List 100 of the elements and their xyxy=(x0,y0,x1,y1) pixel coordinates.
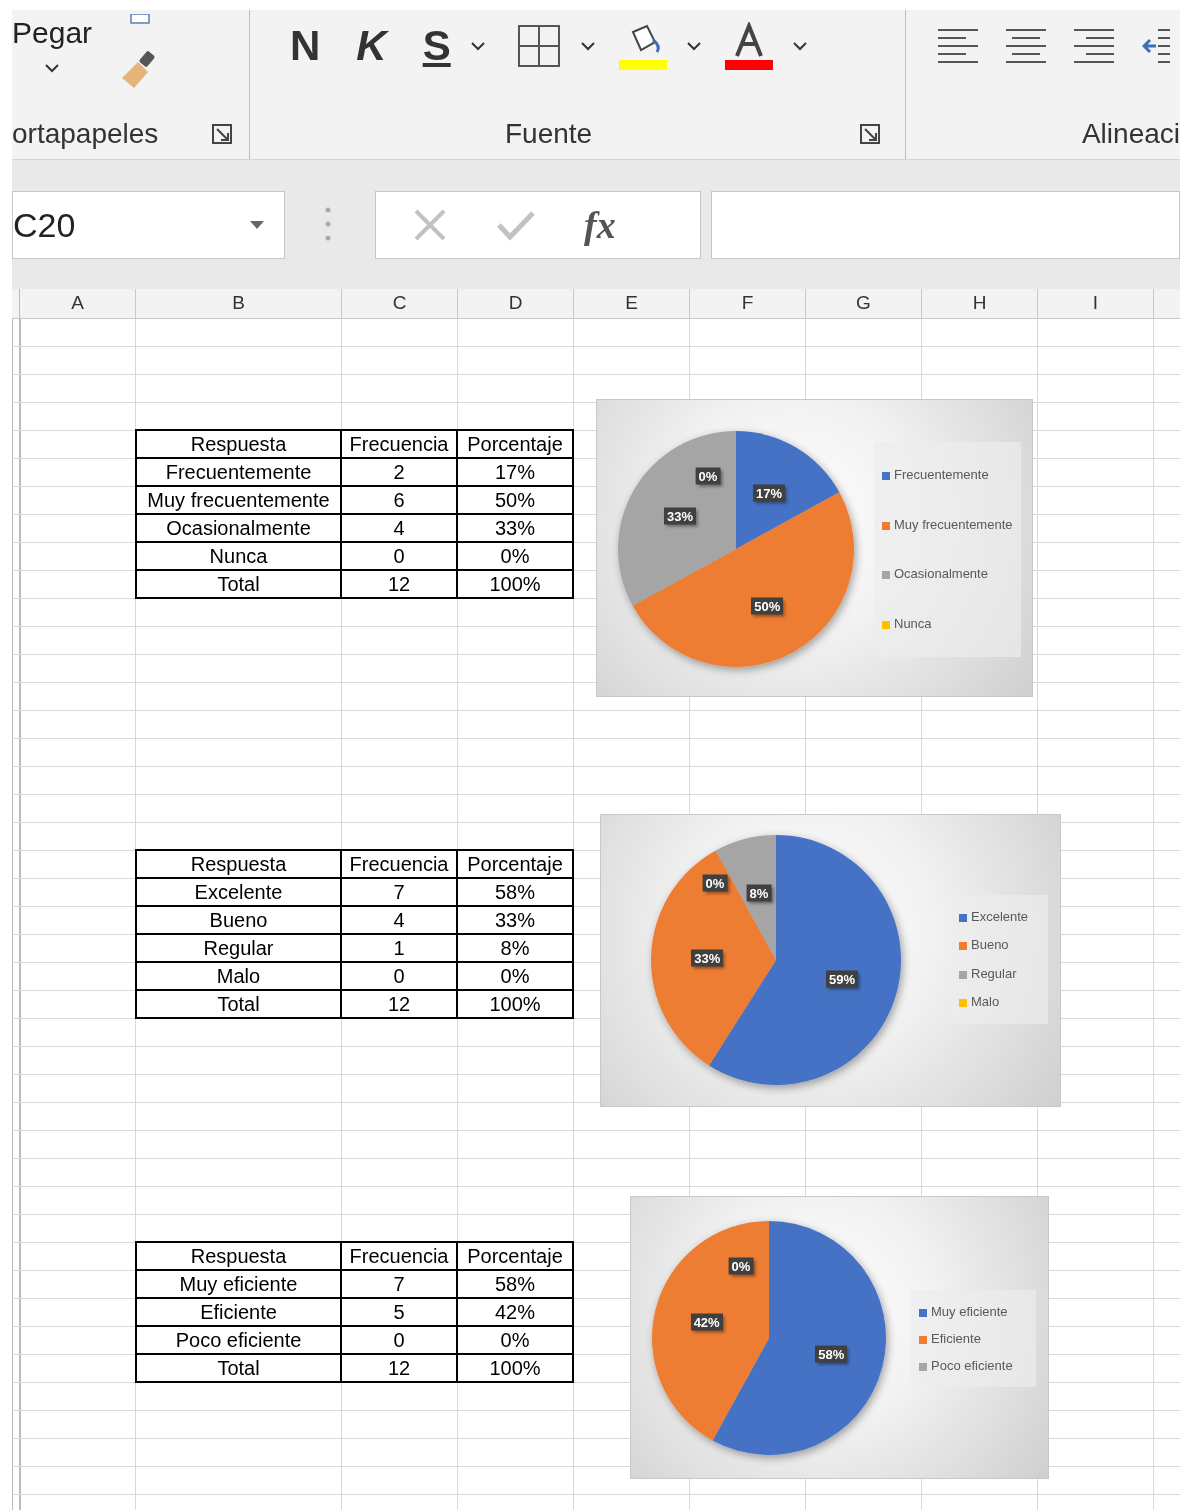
data-label: 17% xyxy=(753,484,786,502)
font-style-button[interactable]: S xyxy=(422,25,451,67)
data-label: 50% xyxy=(751,597,784,615)
group-label: Alineaci xyxy=(1081,117,1180,151)
table-header-cell: Frecuencia xyxy=(342,849,458,879)
table-cell: Bueno xyxy=(135,907,342,935)
grip-icon xyxy=(325,207,331,241)
table-cell: 42% xyxy=(458,1299,574,1327)
table-cell: Poco eficiente xyxy=(135,1327,342,1355)
data-label: 42% xyxy=(690,1313,723,1331)
table-cell: 33% xyxy=(458,907,574,935)
font-color-icon[interactable] xyxy=(724,22,773,70)
data-label: 0% xyxy=(695,467,721,485)
table-cell: 5 xyxy=(342,1299,458,1327)
column-header[interactable]: B xyxy=(136,289,342,318)
column-header[interactable]: A xyxy=(20,289,136,318)
data-label: 0% xyxy=(728,1257,754,1275)
table-cell: Total xyxy=(135,991,342,1019)
dropdown-arrow-icon xyxy=(250,221,264,229)
table-cell: 58% xyxy=(458,879,574,907)
column-header[interactable]: C xyxy=(342,289,458,318)
table-cell: Nunca xyxy=(135,543,342,571)
table-header-cell: Porcentaje xyxy=(458,849,574,879)
legend-label: Malo xyxy=(971,993,1000,1010)
table-cell: Ocasionalmente xyxy=(135,515,342,543)
table-header-cell: Respuesta xyxy=(135,429,342,459)
table-cell: 8% xyxy=(458,935,574,963)
data-label: 33% xyxy=(691,949,724,967)
table-cell: Muy frecuentemente xyxy=(135,487,342,515)
table-cell: 50% xyxy=(458,487,574,515)
table-cell: 6 xyxy=(342,487,458,515)
legend-label: Muy frecuentemente xyxy=(894,516,1013,533)
table-cell: Regular xyxy=(135,935,342,963)
formula-field[interactable] xyxy=(711,191,1180,259)
table-cell: Total xyxy=(135,571,342,599)
data-label: 0% xyxy=(702,874,728,892)
table-cell: Malo xyxy=(135,963,342,991)
caret-icon xyxy=(792,41,807,51)
legend-label: Bueno xyxy=(971,937,1009,954)
caret-icon xyxy=(470,41,485,51)
table-cell: 100% xyxy=(458,991,574,1019)
column-header[interactable]: F xyxy=(690,289,806,318)
table-cell: 12 xyxy=(342,991,458,1019)
name-box[interactable]: C20 xyxy=(12,191,285,259)
table-cell: Total xyxy=(135,1355,342,1383)
table-cell: Excelente xyxy=(135,879,342,907)
table-cell: 0% xyxy=(458,543,574,571)
table-header-cell: Respuesta xyxy=(135,849,342,879)
legend-label: Nunca xyxy=(894,616,932,633)
table-cell: 12 xyxy=(342,1355,458,1383)
function-button[interactable]: fx xyxy=(584,196,616,254)
table-cell: 4 xyxy=(342,515,458,543)
table-cell: 0% xyxy=(458,1327,574,1355)
legend-label: Eficiente xyxy=(931,1330,981,1347)
table-cell: Frecuentemente xyxy=(135,459,342,487)
group-label: Fuente xyxy=(505,117,593,151)
legend-label: Frecuentemente xyxy=(894,466,989,483)
table-cell: 7 xyxy=(342,879,458,907)
table-cell: Eficiente xyxy=(135,1299,342,1327)
table-header-cell: Respuesta xyxy=(135,1241,342,1271)
column-header[interactable]: H xyxy=(922,289,1038,318)
table-header-cell: Porcentaje xyxy=(458,1241,574,1271)
table-cell: 0 xyxy=(342,1327,458,1355)
data-label: 33% xyxy=(664,507,697,525)
table-cell: 2 xyxy=(342,459,458,487)
column-header[interactable]: E xyxy=(574,289,690,318)
legend-label: Excelente xyxy=(971,909,1029,926)
paste-button[interactable]: Pegar xyxy=(12,14,93,73)
data-label: 8% xyxy=(746,884,772,902)
table-cell: 0% xyxy=(458,963,574,991)
caret-icon xyxy=(45,63,60,73)
column-header[interactable]: D xyxy=(458,289,574,318)
table-cell: 0 xyxy=(342,543,458,571)
font-style-button[interactable]: K xyxy=(356,25,387,67)
table-cell: 7 xyxy=(342,1271,458,1299)
table-cell: 17% xyxy=(458,459,574,487)
table-cell: 33% xyxy=(458,515,574,543)
borders-icon[interactable] xyxy=(516,24,561,68)
dialog-launcher-icon[interactable] xyxy=(859,123,881,145)
table-cell: 4 xyxy=(342,907,458,935)
table-cell: 1 xyxy=(342,935,458,963)
data-label: 59% xyxy=(826,970,859,988)
legend-label: Ocasionalmente xyxy=(894,566,988,583)
table-header-cell: Frecuencia xyxy=(342,429,458,459)
data-label: 58% xyxy=(815,1345,848,1363)
table-cell: Muy eficiente xyxy=(135,1271,342,1299)
fill-color-icon[interactable] xyxy=(618,22,667,70)
group-label: ortapapeles xyxy=(12,117,159,151)
column-header[interactable]: I xyxy=(1038,289,1154,318)
legend-label: Poco eficiente xyxy=(931,1357,1013,1374)
font-style-button[interactable]: N xyxy=(290,25,321,67)
table-header-cell: Porcentaje xyxy=(458,429,574,459)
clipboard-icon[interactable] xyxy=(129,14,152,24)
legend-label: Regular xyxy=(971,965,1017,982)
legend-label: Muy eficiente xyxy=(931,1303,1008,1320)
table-cell: 100% xyxy=(458,571,574,599)
dialog-launcher-icon[interactable] xyxy=(211,123,233,145)
table-cell: 12 xyxy=(342,571,458,599)
column-header[interactable]: G xyxy=(806,289,922,318)
table-cell: 58% xyxy=(458,1271,574,1299)
